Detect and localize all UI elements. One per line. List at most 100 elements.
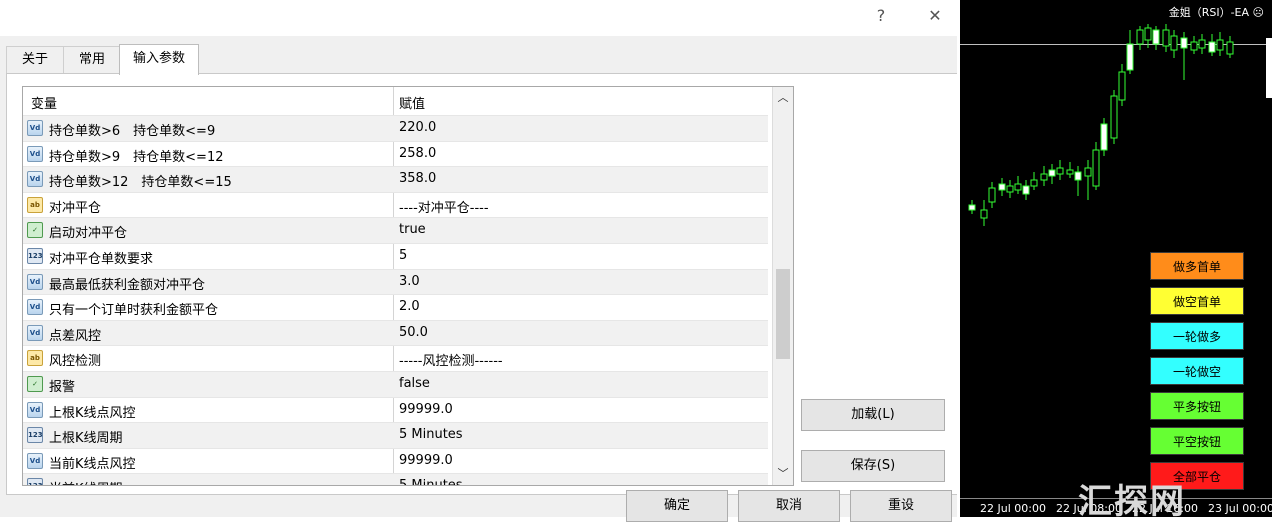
scroll-down-icon[interactable]: ﹀	[773, 465, 793, 483]
column-variable[interactable]: 变量	[31, 93, 57, 112]
candle-body	[1066, 169, 1074, 175]
candle-body	[1056, 167, 1064, 175]
param-name: 点差风控	[49, 328, 102, 344]
parameter-row[interactable]: ab 风控检测 -----风控检测------	[23, 345, 768, 371]
param-value[interactable]: 258.0	[399, 146, 436, 161]
param-name: 持仓单数>6 持仓单数<=9	[49, 124, 216, 139]
ea-button[interactable]: 一轮做空	[1150, 357, 1244, 385]
ea-button[interactable]: 平空按钮	[1150, 427, 1244, 455]
candle-body	[1126, 43, 1134, 71]
param-value[interactable]: 5	[399, 248, 407, 263]
vertical-scrollbar[interactable]: ︿ ﹀	[772, 87, 793, 485]
parameter-row[interactable]: 123 当前K线周期 5 Minutes	[23, 473, 768, 485]
param-value[interactable]: 5 Minutes	[399, 427, 463, 442]
parameter-row[interactable]: Vd 上根K线点风控 99999.0	[23, 396, 768, 423]
candle-body	[968, 204, 976, 211]
param-type-icon: Vd	[27, 452, 43, 469]
scroll-thumb[interactable]	[776, 269, 790, 359]
candle-body	[1216, 39, 1224, 51]
param-name: 风控检测	[49, 354, 102, 370]
param-name: 上根K线点风控	[49, 405, 136, 421]
parameter-row[interactable]: Vd 当前K线点风控 99999.0	[23, 447, 768, 474]
parameter-row[interactable]: Vd 持仓单数>9 持仓单数<=12 258.0	[23, 140, 768, 167]
param-name: 当前K线周期	[49, 478, 123, 485]
parameter-row[interactable]: 123 上根K线周期 5 Minutes	[23, 422, 768, 448]
param-name: 上根K线周期	[49, 431, 123, 447]
param-name: 持仓单数>12 持仓单数<=15	[49, 175, 232, 191]
param-value[interactable]: false	[399, 376, 430, 391]
cancel-button[interactable]: 取消	[738, 490, 840, 522]
candle-body	[1136, 29, 1144, 45]
ea-button[interactable]: 做空首单	[1150, 287, 1244, 315]
close-button[interactable]: ✕	[920, 4, 950, 28]
parameter-row[interactable]: Vd 最高最低获利金额对冲平仓 3.0	[23, 268, 768, 295]
scroll-up-icon[interactable]: ︿	[773, 89, 793, 107]
reset-button[interactable]: 重设	[850, 490, 952, 522]
candle-body	[1144, 27, 1152, 41]
parameter-row[interactable]: ✓ 启动对冲平仓 true	[23, 217, 768, 243]
grid-header: 变量 赋值	[23, 87, 768, 115]
watermark: 汇探网	[1078, 482, 1186, 522]
param-type-icon: ab	[27, 350, 43, 367]
parameter-grid: 变量 赋值 Vd 持仓单数>6 持仓单数<=9 220.0 Vd 持仓单数>9 持仓单数…	[22, 86, 794, 486]
param-type-icon: Vd	[27, 273, 43, 290]
param-name: 持仓单数>9 持仓单数<=12	[49, 149, 224, 165]
ea-button[interactable]: 平多按钮	[1150, 392, 1244, 420]
tab-about[interactable]: 关于	[6, 46, 64, 73]
help-button[interactable]: ?	[866, 4, 896, 28]
param-name: 最高最低获利金额对冲平仓	[49, 277, 206, 293]
param-type-icon: 123	[27, 247, 43, 264]
ok-button[interactable]: 确定	[626, 490, 728, 522]
param-value[interactable]: 5 Minutes	[399, 478, 463, 485]
tab-common[interactable]: 常用	[63, 46, 121, 73]
column-value[interactable]: 赋值	[399, 93, 425, 112]
param-value[interactable]: 358.0	[399, 171, 436, 186]
candle-body	[1152, 29, 1160, 45]
param-value[interactable]: 99999.0	[399, 402, 453, 417]
candle-body	[980, 209, 988, 219]
param-value[interactable]: -----风控检测------	[399, 350, 503, 369]
candlestick-plot	[968, 24, 1234, 226]
parameter-row[interactable]: 123 对冲平仓单数要求 5	[23, 242, 768, 269]
parameter-row[interactable]: Vd 只有一个订单时获利金额平仓 2.0	[23, 294, 768, 320]
param-value[interactable]: true	[399, 222, 426, 237]
price-chart[interactable]: 金姐（RSI）-EA ☹ 做多首单 做空首单 一轮做多 一轮做空 平多按钮 平空按钮 全部平…	[957, 0, 1272, 517]
param-value[interactable]: 220.0	[399, 120, 436, 135]
param-value[interactable]: 99999.0	[399, 453, 453, 468]
param-name: 报警	[49, 379, 76, 395]
param-name: 当前K线点风控	[49, 456, 136, 472]
candle-body	[1030, 179, 1038, 187]
save-button[interactable]: 保存(S)	[801, 450, 945, 482]
candle-body	[1198, 39, 1206, 49]
candle-body	[1170, 35, 1178, 51]
time-label: 23 Jul 00:00	[1208, 502, 1272, 515]
param-value[interactable]: ----对冲平仓----	[399, 197, 489, 216]
param-value[interactable]: 50.0	[399, 325, 428, 340]
param-type-icon: 123	[27, 427, 43, 444]
candle-body	[1190, 41, 1198, 51]
candle-body	[1162, 29, 1170, 47]
param-name: 对冲平仓单数要求	[49, 251, 154, 267]
candle-body	[1084, 167, 1092, 177]
param-name: 只有一个订单时获利金额平仓	[49, 303, 219, 319]
candle-body	[1074, 171, 1082, 181]
tab-inputs[interactable]: 输入参数	[119, 44, 199, 75]
parameter-row[interactable]: Vd 持仓单数>12 持仓单数<=15 358.0	[23, 166, 768, 192]
load-button[interactable]: 加载(L)	[801, 399, 945, 431]
parameter-row[interactable]: ab 对冲平仓 ----对冲平仓----	[23, 191, 768, 218]
param-type-icon: Vd	[27, 299, 43, 316]
candle-body	[1208, 41, 1216, 53]
candle-body	[1022, 185, 1030, 195]
param-value[interactable]: 3.0	[399, 274, 420, 289]
candle-body	[1110, 95, 1118, 139]
time-label: 22 Jul 00:00	[980, 502, 1046, 515]
ea-button[interactable]: 做多首单	[1150, 252, 1244, 280]
parameter-row[interactable]: ✓ 报警 false	[23, 370, 768, 397]
param-type-icon: ✓	[27, 222, 43, 239]
param-value[interactable]: 2.0	[399, 299, 420, 314]
ea-button[interactable]: 一轮做多	[1150, 322, 1244, 350]
candle-body	[998, 183, 1006, 191]
parameter-row[interactable]: Vd 持仓单数>6 持仓单数<=9 220.0	[23, 115, 768, 141]
candle-body	[1100, 123, 1108, 151]
parameter-row[interactable]: Vd 点差风控 50.0	[23, 319, 768, 346]
